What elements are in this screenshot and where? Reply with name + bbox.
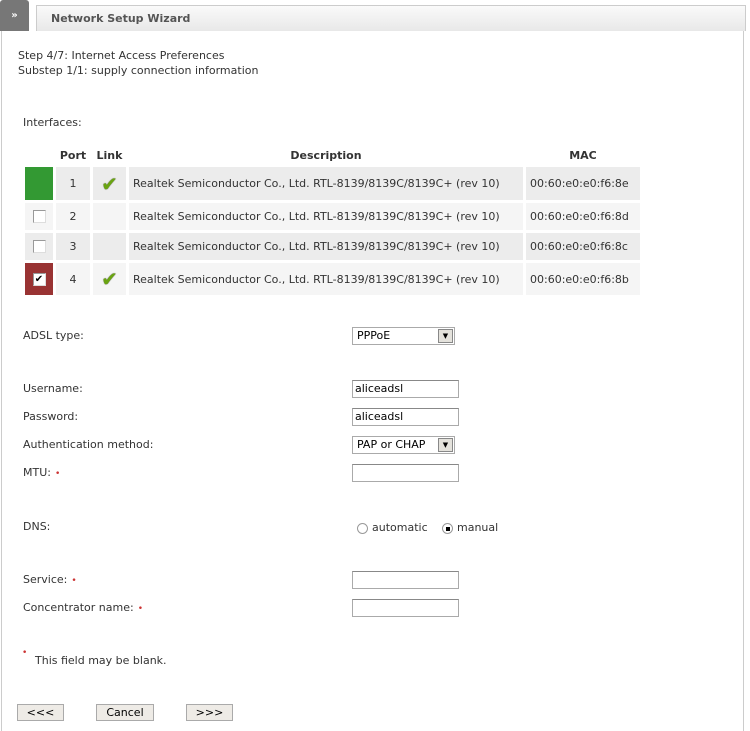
link-cell: ✔ xyxy=(93,263,126,295)
dns-manual-radio[interactable]: manual xyxy=(442,521,498,534)
description-cell: Realtek Semiconductor Co., Ltd. RTL-8139… xyxy=(129,263,523,295)
auth-method-select[interactable]: PAP or CHAP ▼ xyxy=(352,436,455,454)
optional-marker-icon: • xyxy=(22,648,28,658)
col-description: Description xyxy=(290,148,362,162)
port-cell: 1 xyxy=(56,167,90,200)
auth-method-value: PAP or CHAP xyxy=(357,438,426,451)
mac-cell: 00:60:e0:e0:f6:8b xyxy=(526,263,640,295)
col-port: Port xyxy=(59,148,87,162)
optional-note: This field may be blank. xyxy=(35,654,167,667)
table-row[interactable]: ✔ 4 ✔ Realtek Semiconductor Co., Ltd. RT… xyxy=(25,263,640,295)
description-cell: Realtek Semiconductor Co., Ltd. RTL-8139… xyxy=(129,203,523,230)
mac-cell: 00:60:e0:e0:f6:8d xyxy=(526,203,640,230)
concentrator-label: Concentrator name: • xyxy=(23,601,144,614)
chevron-down-icon: ▼ xyxy=(438,438,453,452)
link-cell: ✔ xyxy=(93,167,126,200)
table-row[interactable]: 1 ✔ Realtek Semiconductor Co., Ltd. RTL-… xyxy=(25,167,640,200)
link-ok-icon: ✔ xyxy=(101,171,118,196)
username-label: Username: xyxy=(23,382,83,395)
auth-method-label: Authentication method: xyxy=(23,438,154,451)
interface-select-cell[interactable] xyxy=(25,233,53,260)
password-input[interactable]: aliceadsl xyxy=(352,408,459,426)
mtu-input[interactable] xyxy=(352,464,459,482)
port-cell: 3 xyxy=(56,233,90,260)
interface-checkbox[interactable] xyxy=(32,240,46,254)
table-row[interactable]: 2 Realtek Semiconductor Co., Ltd. RTL-81… xyxy=(25,203,640,230)
cancel-button[interactable]: Cancel xyxy=(96,704,154,721)
chevron-down-icon: ▼ xyxy=(438,329,453,343)
wizard-title-tab: Network Setup Wizard xyxy=(36,5,746,31)
interfaces-label: Interfaces: xyxy=(23,116,82,129)
password-label: Password: xyxy=(23,410,79,423)
col-link: Link xyxy=(96,148,123,162)
optional-marker-icon: • xyxy=(71,576,77,586)
step-text: Step 4/7: Internet Access Preferences xyxy=(18,49,225,62)
dns-automatic-radio[interactable]: automatic xyxy=(357,521,428,534)
next-button[interactable]: >>> xyxy=(186,704,233,721)
adsl-type-value: PPPoE xyxy=(357,329,391,342)
sidebar-toggle-button[interactable]: » xyxy=(0,0,29,31)
service-input[interactable] xyxy=(352,571,459,589)
optional-marker-icon: • xyxy=(137,604,144,614)
link-cell xyxy=(93,203,126,230)
radio-icon[interactable] xyxy=(357,522,368,534)
service-label: Service: • xyxy=(23,573,77,586)
interface-select-cell[interactable]: ✔ xyxy=(25,263,53,295)
description-cell: Realtek Semiconductor Co., Ltd. RTL-8139… xyxy=(129,167,523,200)
link-cell xyxy=(93,233,126,260)
mac-cell: 00:60:e0:e0:f6:8c xyxy=(526,233,640,260)
adsl-type-select[interactable]: PPPoE ▼ xyxy=(352,327,455,345)
link-ok-icon: ✔ xyxy=(101,267,118,291)
mtu-label: MTU: • xyxy=(23,466,61,479)
interfaces-table: Port Link Description MAC 1 ✔ Realtek Se… xyxy=(22,143,643,298)
interface-checkbox[interactable] xyxy=(32,210,46,224)
interface-select-cell[interactable] xyxy=(25,167,53,200)
concentrator-input[interactable] xyxy=(352,599,459,617)
port-cell: 2 xyxy=(56,203,90,230)
table-row[interactable]: 3 Realtek Semiconductor Co., Ltd. RTL-81… xyxy=(25,233,640,260)
mac-cell: 00:60:e0:e0:f6:8e xyxy=(526,167,640,200)
adsl-type-label: ADSL type: xyxy=(23,329,84,342)
interface-checkbox-checked[interactable]: ✔ xyxy=(32,272,46,286)
interface-select-cell[interactable] xyxy=(25,203,53,230)
back-button[interactable]: <<< xyxy=(17,704,64,721)
dns-label: DNS: xyxy=(23,520,51,533)
username-input[interactable]: aliceadsl xyxy=(352,380,459,398)
col-mac: MAC xyxy=(569,148,597,162)
port-cell: 4 xyxy=(56,263,90,295)
radio-selected-icon[interactable] xyxy=(442,522,453,534)
description-cell: Realtek Semiconductor Co., Ltd. RTL-8139… xyxy=(129,233,523,260)
optional-marker-icon: • xyxy=(54,469,61,479)
substep-text: Substep 1/1: supply connection informati… xyxy=(18,64,259,77)
